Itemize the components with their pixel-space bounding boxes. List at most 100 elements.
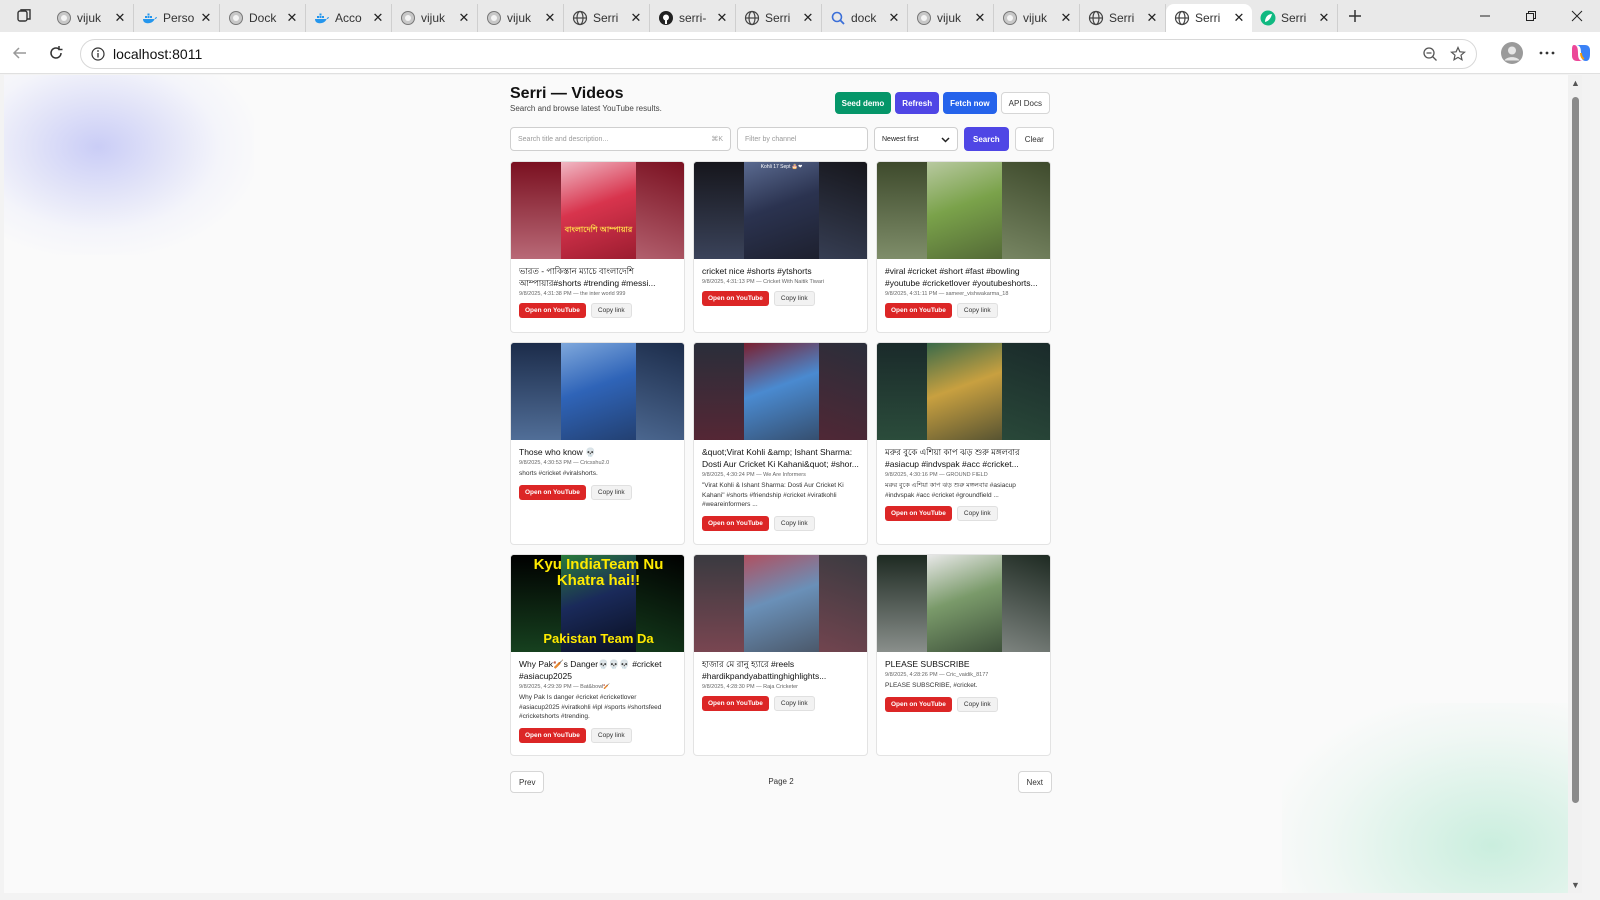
browser-tab[interactable]: Acco ✕: [306, 4, 392, 32]
browser-tab[interactable]: Serri ✕: [736, 4, 822, 32]
info-icon[interactable]: [91, 47, 105, 61]
close-tab-icon[interactable]: ✕: [715, 11, 729, 25]
browser-tab[interactable]: Serri ✕: [1166, 4, 1252, 32]
copy-link-button[interactable]: Copy link: [590, 484, 632, 500]
copy-link-button[interactable]: Copy link: [773, 291, 815, 306]
video-card: হাজার মে রানু হ্যারে #reels #hardikpandy…: [693, 554, 868, 756]
thumbnail-caption: Kyu IndiaTeam Nu Khatra hai!!: [533, 556, 664, 589]
video-card: #viral #cricket #short #fast #bowling #y…: [876, 161, 1051, 333]
channel-filter-input[interactable]: Filter by channel: [737, 127, 868, 151]
copy-link-button[interactable]: Copy link: [956, 303, 998, 318]
background-glow: [1282, 703, 1582, 893]
clear-button[interactable]: Clear: [1014, 127, 1054, 151]
copy-link-button[interactable]: Copy link: [956, 506, 998, 521]
fetch-now-button[interactable]: Fetch now: [943, 92, 997, 114]
reload-button[interactable]: [38, 35, 74, 71]
browser-tab[interactable]: vijuk ✕: [478, 4, 564, 32]
copy-link-button[interactable]: Copy link: [590, 727, 632, 743]
refresh-button[interactable]: Refresh: [895, 92, 940, 114]
scrollbar-thumb[interactable]: [1572, 97, 1579, 803]
back-button[interactable]: [2, 35, 38, 71]
video-thumbnail[interactable]: Kohli 17 Sept 🎂❤: [694, 162, 867, 259]
close-tab-icon[interactable]: ✕: [1145, 11, 1159, 25]
video-meta: 9/8/2025, 4:30:53 PM — Cricsshu2.0: [519, 460, 610, 466]
video-thumbnail[interactable]: [511, 343, 684, 440]
page-scrollbar[interactable]: ▲ ▼: [1568, 75, 1582, 893]
open-youtube-button[interactable]: Open on YouTube: [885, 303, 952, 318]
close-tab-icon[interactable]: ✕: [371, 11, 385, 25]
open-youtube-button[interactable]: Open on YouTube: [885, 506, 952, 521]
open-youtube-button[interactable]: Open on YouTube: [519, 303, 586, 318]
video-card: মরুর বুকে এশিয়া কাপ ঝড় শুরু মঙ্গলবার #…: [876, 342, 1051, 545]
browser-tab[interactable]: dock ✕: [822, 4, 908, 32]
scroll-down-arrow-icon[interactable]: ▼: [1571, 880, 1580, 890]
close-tab-icon[interactable]: ✕: [629, 11, 643, 25]
browser-tab[interactable]: serri- ✕: [650, 4, 736, 32]
scroll-up-arrow-icon[interactable]: ▲: [1571, 78, 1580, 88]
search-bar: Search title and description... ⌘K Filte…: [510, 127, 1054, 151]
next-page-button[interactable]: Next: [1017, 771, 1052, 793]
close-tab-icon[interactable]: ✕: [887, 11, 901, 25]
open-youtube-button[interactable]: Open on YouTube: [702, 291, 769, 306]
open-youtube-button[interactable]: Open on YouTube: [702, 696, 769, 711]
close-tab-icon[interactable]: ✕: [801, 11, 815, 25]
open-youtube-button[interactable]: Open on YouTube: [702, 515, 769, 531]
close-tab-icon[interactable]: ✕: [285, 11, 299, 25]
new-tab-button[interactable]: [1338, 2, 1372, 30]
api-docs-button[interactable]: API Docs: [1000, 92, 1050, 114]
close-tab-icon[interactable]: ✕: [543, 11, 557, 25]
more-menu-icon[interactable]: [1538, 44, 1556, 62]
restore-button[interactable]: [1508, 0, 1554, 32]
workspaces-button[interactable]: [0, 0, 48, 32]
browser-tab[interactable]: vijuk ✕: [908, 4, 994, 32]
video-title: #viral #cricket #short #fast #bowling #y…: [885, 266, 1038, 288]
video-card: Those who know 💀 9/8/2025, 4:30:53 PM — C…: [510, 342, 685, 545]
close-tab-icon[interactable]: ✕: [113, 11, 127, 25]
close-tab-icon[interactable]: ✕: [1059, 11, 1073, 25]
video-thumbnail[interactable]: [694, 555, 867, 652]
video-meta: 9/8/2025, 4:28:30 PM — Raja Cricketer: [702, 684, 798, 690]
open-youtube-button[interactable]: Open on YouTube: [885, 696, 952, 712]
profile-avatar-icon[interactable]: [1500, 41, 1524, 65]
tab-title: Dock: [249, 11, 277, 25]
address-bar[interactable]: localhost:8011: [80, 39, 1477, 69]
seed-demo-button[interactable]: Seed demo: [834, 92, 892, 114]
zoom-out-icon[interactable]: [1422, 46, 1438, 62]
copy-link-button[interactable]: Copy link: [773, 696, 815, 711]
browser-tab[interactable]: vijuk ✕: [48, 4, 134, 32]
close-tab-icon[interactable]: ✕: [199, 11, 213, 25]
copy-link-button[interactable]: Copy link: [956, 696, 998, 712]
browser-tab[interactable]: Perso ✕: [134, 4, 220, 32]
video-thumbnail[interactable]: [877, 162, 1050, 259]
sort-select[interactable]: Newest first: [874, 127, 958, 151]
video-thumbnail[interactable]: Kyu IndiaTeam Nu Khatra hai!! Pakistan Te…: [511, 555, 684, 652]
copilot-icon[interactable]: [1570, 42, 1592, 64]
video-meta: 9/8/2025, 4:31:11 PM — sameer_vishwakarm…: [885, 291, 1009, 297]
close-tab-icon[interactable]: ✕: [457, 11, 471, 25]
video-thumbnail[interactable]: [877, 555, 1050, 652]
tab-title: vijuk: [77, 11, 102, 25]
video-thumbnail[interactable]: বাংলাদেশি আম্পায়ার: [511, 162, 684, 259]
close-tab-icon[interactable]: ✕: [973, 11, 987, 25]
close-window-button[interactable]: [1554, 0, 1600, 32]
close-tab-icon[interactable]: ✕: [1317, 11, 1331, 25]
search-input[interactable]: Search title and description... ⌘K: [510, 127, 731, 151]
search-button[interactable]: Search: [964, 127, 1009, 151]
copy-link-button[interactable]: Copy link: [590, 303, 632, 318]
open-youtube-button[interactable]: Open on YouTube: [519, 484, 586, 500]
browser-tab[interactable]: vijuk ✕: [392, 4, 478, 32]
video-thumbnail[interactable]: [694, 343, 867, 440]
browser-tab[interactable]: Serri ✕: [1080, 4, 1166, 32]
close-tab-icon[interactable]: ✕: [1232, 11, 1246, 25]
browser-tab[interactable]: Serri ✕: [1252, 4, 1338, 32]
video-thumbnail[interactable]: [877, 343, 1050, 440]
browser-tab[interactable]: vijuk ✕: [994, 4, 1080, 32]
open-youtube-button[interactable]: Open on YouTube: [519, 727, 586, 743]
back-arrow-icon: [12, 46, 26, 59]
browser-tab[interactable]: Dock ✕: [220, 4, 306, 32]
copy-link-button[interactable]: Copy link: [773, 515, 815, 531]
browser-tab[interactable]: Serri ✕: [564, 4, 650, 32]
minimize-button[interactable]: [1462, 0, 1508, 32]
star-icon[interactable]: [1450, 46, 1466, 62]
docker-icon: [314, 10, 330, 26]
